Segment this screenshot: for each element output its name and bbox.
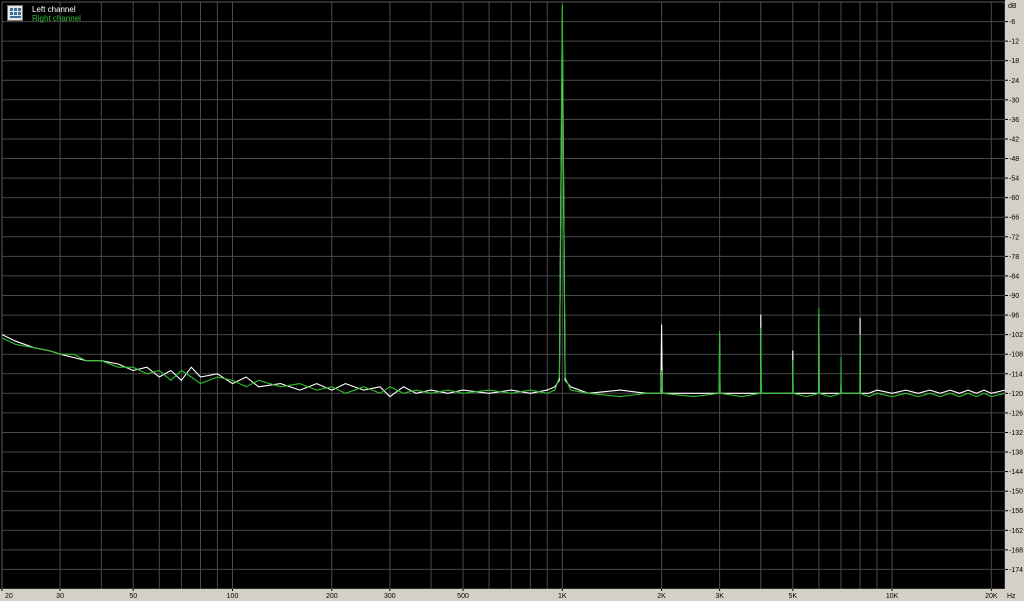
x-tick-label: 50: [129, 593, 137, 600]
spectrum-chart: -6 -12 -18 -24 -30 -36 -42 -48 -54 -60 -66 -72 -78 -8…: [0, 0, 1024, 601]
x-tick-label: 2K: [657, 593, 666, 600]
y-tick-label: -48: [1009, 156, 1019, 163]
x-tick-label: 20K: [985, 593, 998, 600]
x-tick-label: 20: [5, 593, 13, 600]
y-tick-label: -78: [1009, 254, 1019, 261]
x-tick-label: 500: [457, 593, 469, 600]
legend-left-channel: Left channel: [32, 5, 76, 14]
y-tick-label: -96: [1009, 313, 1019, 320]
y-tick-label: -90: [1009, 293, 1019, 300]
y-tick-label: -126: [1009, 410, 1023, 417]
x-tick-label: 200: [326, 593, 338, 600]
y-tick-label: -114: [1009, 371, 1023, 378]
x-axis-unit: Hz: [1007, 593, 1016, 600]
y-tick-label: -6: [1009, 19, 1015, 26]
y-tick-label: -132: [1009, 430, 1023, 437]
x-tick-label: 5K: [789, 593, 798, 600]
y-tick-label: -138: [1009, 450, 1023, 457]
y-tick-label: -36: [1009, 117, 1019, 124]
y-tick-label: -30: [1009, 97, 1019, 104]
x-axis-panel: [0, 589, 1024, 601]
y-tick-label: -108: [1009, 352, 1023, 359]
x-tick-label: 30: [56, 593, 64, 600]
y-tick-label: -150: [1009, 489, 1023, 496]
y-tick-label: -168: [1009, 547, 1023, 554]
legend: Left channel Right channel: [6, 3, 86, 25]
y-tick-label: -18: [1009, 58, 1019, 65]
y-tick-label: -162: [1009, 528, 1023, 535]
x-tick-label: 3K: [715, 593, 724, 600]
y-tick-label: -120: [1009, 391, 1023, 398]
x-tick-label: 100: [227, 593, 239, 600]
spectrum-analyzer-icon[interactable]: [7, 5, 23, 21]
y-tick-label: -24: [1009, 78, 1019, 85]
y-tick-label: -12: [1009, 39, 1019, 46]
y-axis-unit: dB: [1008, 3, 1017, 10]
x-tick-label: 10K: [886, 593, 899, 600]
y-tick-label: -54: [1009, 176, 1019, 183]
legend-right-channel: Right channel: [32, 14, 81, 23]
x-tick-label: 300: [384, 593, 396, 600]
y-tick-label: -102: [1009, 332, 1023, 339]
y-tick-label: -42: [1009, 136, 1019, 143]
y-tick-label: -72: [1009, 234, 1019, 241]
y-tick-label: -60: [1009, 195, 1019, 202]
x-tick-label: 1K: [558, 593, 567, 600]
y-tick-label: -174: [1009, 567, 1023, 574]
y-tick-label: -144: [1009, 469, 1023, 476]
y-tick-label: -84: [1009, 273, 1019, 280]
y-tick-label: -156: [1009, 508, 1023, 515]
y-tick-label: -66: [1009, 215, 1019, 222]
